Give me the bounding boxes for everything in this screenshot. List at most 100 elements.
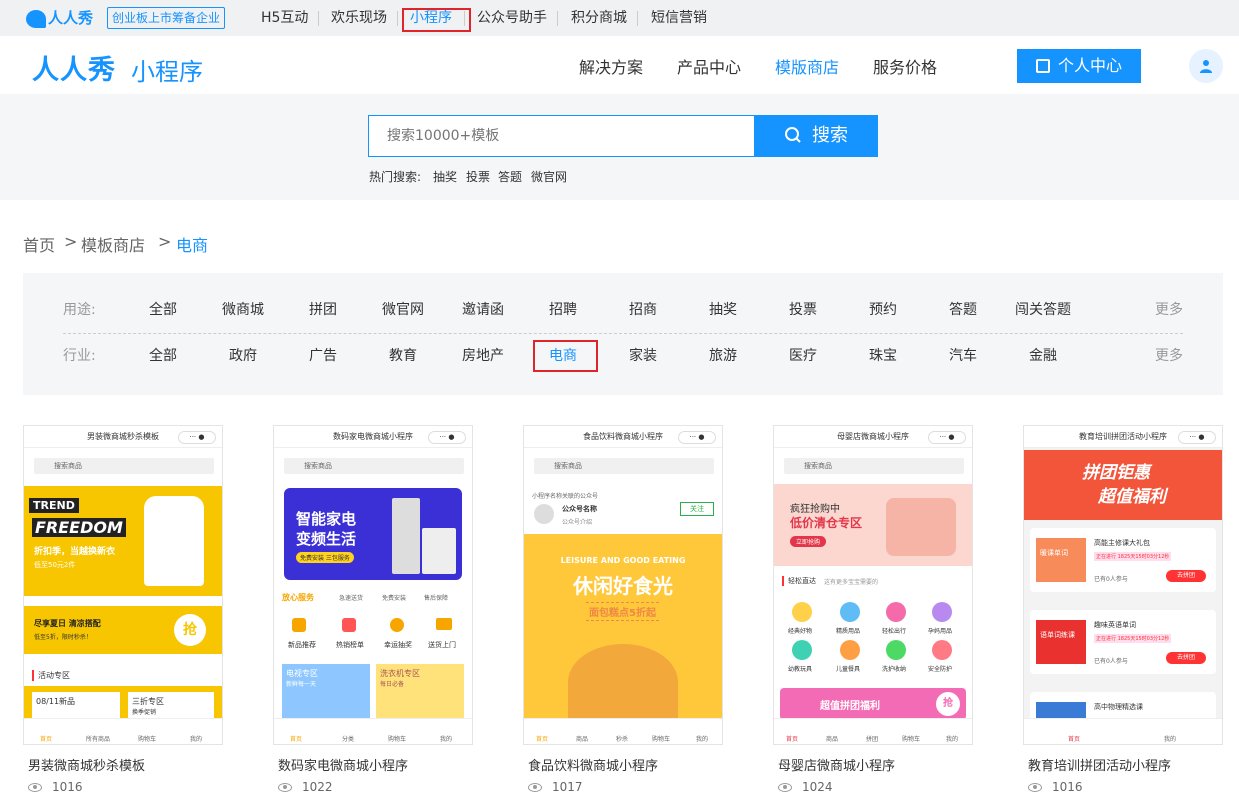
usage-more[interactable]: 更多 xyxy=(1155,299,1183,319)
usage-investment[interactable]: 招商 xyxy=(603,299,683,319)
category-icon xyxy=(792,640,812,660)
activity-area: 08/11新品 三折专区 换季促销 xyxy=(24,686,222,722)
topnav-points-mall[interactable]: 积分商城 xyxy=(571,9,627,27)
industry-travel[interactable]: 旅游 xyxy=(683,345,763,365)
template-preview[interactable]: 男装微商城秒杀模板 ··· ● 搜索商品 TREND FREEDOM 折扣季，当… xyxy=(23,425,223,745)
industry-auto[interactable]: 汽车 xyxy=(923,345,1003,365)
usage-groupbuy[interactable]: 拼团 xyxy=(283,299,363,319)
usage-invitation[interactable]: 邀请函 xyxy=(443,299,523,319)
industry-more[interactable]: 更多 xyxy=(1155,345,1183,365)
usage-vote[interactable]: 投票 xyxy=(763,299,843,319)
industry-medical[interactable]: 医疗 xyxy=(763,345,843,365)
tab-label: 首页 xyxy=(40,736,53,743)
tab-label: 所有商品 xyxy=(86,736,111,743)
course-count: 已有0人参与 xyxy=(1094,658,1128,665)
service-title: 放心服务 xyxy=(282,593,314,602)
brand-subtitle: 小程序 xyxy=(131,58,203,86)
banner-text: TREND xyxy=(29,498,79,513)
card-title[interactable]: 男装微商城秒杀模板 xyxy=(28,755,145,774)
breadcrumb-home[interactable]: 首页 xyxy=(23,232,55,256)
usage-level-quiz[interactable]: 闯关答题 xyxy=(1003,299,1083,319)
template-preview[interactable]: 数码家电微商城小程序 ··· ● 搜索商品 智能家电 变频生活 免费安装 三包服… xyxy=(273,425,473,745)
banner-image: TREND FREEDOM 折扣季，当越换新衣 低至50元2件 xyxy=(24,486,222,596)
nav-solutions[interactable]: 解决方案 xyxy=(579,54,643,78)
usage-microsite[interactable]: 微官网 xyxy=(363,299,443,319)
divider xyxy=(397,11,398,26)
phone-tabbar: 首页 所有商品 购物车 我的 xyxy=(24,718,222,744)
industry-education[interactable]: 教育 xyxy=(363,345,443,365)
card-title[interactable]: 母婴店微商城小程序 xyxy=(778,755,895,774)
nav-products[interactable]: 产品中心 xyxy=(677,54,741,78)
listing-badge[interactable]: 创业板上市筹备企业 xyxy=(107,7,226,29)
tab-label: 我的 xyxy=(1164,736,1177,743)
topnav-official-account[interactable]: 公众号助手 xyxy=(477,9,547,27)
category-icon xyxy=(840,602,860,622)
usage-microshop[interactable]: 微商城 xyxy=(203,299,283,319)
card-title[interactable]: 数码家电微商城小程序 xyxy=(278,755,408,774)
icon-label: 经典好物 xyxy=(788,628,813,635)
divider xyxy=(63,333,1183,334)
eye-icon xyxy=(278,783,292,792)
industry-all[interactable]: 全部 xyxy=(123,345,203,365)
usage-lottery[interactable]: 抽奖 xyxy=(683,299,763,319)
hot-search-lottery[interactable]: 抽奖 xyxy=(433,168,457,185)
industry-jewelry[interactable]: 珠宝 xyxy=(843,345,923,365)
industry-government[interactable]: 政府 xyxy=(203,345,283,365)
grab-badge: 抢 xyxy=(174,614,206,646)
search-button[interactable]: 搜索 xyxy=(754,115,878,157)
highlight-box xyxy=(402,8,471,32)
section-title: 轻松直达 xyxy=(782,576,816,586)
service-tag: 售后保障 xyxy=(424,595,449,602)
template-preview[interactable]: 食品饮料微商城小程序 ··· ● 搜索商品 小程序名称关联的公众号 公众号名称 … xyxy=(523,425,723,745)
search-input[interactable] xyxy=(368,115,755,157)
hot-search-quiz[interactable]: 答题 xyxy=(498,168,522,185)
industry-advertising[interactable]: 广告 xyxy=(283,345,363,365)
phone-tabbar: 首页 商品 拼团 购物车 我的 xyxy=(774,718,972,744)
template-preview[interactable]: 教育培训拼团活动小程序 ··· ● 拼团钜惠 超值福利 暖课单词 高能主修课大礼… xyxy=(1023,425,1223,745)
hot-search-microsite[interactable]: 微官网 xyxy=(531,168,567,185)
tile-sub: 新鲜每一天 xyxy=(286,681,317,688)
topnav-sms[interactable]: 短信营销 xyxy=(651,9,707,27)
product-tile-label: 三折专区 xyxy=(132,697,164,706)
usage-quiz[interactable]: 答题 xyxy=(923,299,1003,319)
industry-home-decor[interactable]: 家装 xyxy=(603,345,683,365)
industry-real-estate[interactable]: 房地产 xyxy=(443,345,523,365)
card-title[interactable]: 食品饮料微商城小程序 xyxy=(528,755,658,774)
renrenxiu-logo[interactable]: 人人秀 xyxy=(26,7,93,28)
tab-label: 购物车 xyxy=(902,736,921,743)
truck-icon xyxy=(436,618,452,630)
template-preview[interactable]: 母婴店微商城小程序 ··· ● 搜索商品 疯狂抢购中 低价清仓专区 立即抢购 轻… xyxy=(773,425,973,745)
topnav-live[interactable]: 欢乐现场 xyxy=(331,9,387,27)
banner-image: LEISURE AND GOOD EATING 休闲好食光 面包糕点5折起 xyxy=(524,534,722,720)
brand-logo[interactable]: 人人秀 xyxy=(32,48,116,87)
view-count-value: 1017 xyxy=(552,780,583,794)
icon-label: 送货上门 xyxy=(428,641,456,649)
thumbs-up-icon xyxy=(292,618,306,632)
capsule-icon: ··· ● xyxy=(928,431,966,444)
ranking-icon xyxy=(342,618,356,632)
account-avatar xyxy=(534,504,554,524)
icon-label: 儿童餐具 xyxy=(836,666,861,673)
user-avatar-icon[interactable] xyxy=(1189,49,1223,83)
industry-finance[interactable]: 金融 xyxy=(1003,345,1083,365)
usage-booking[interactable]: 预约 xyxy=(843,299,923,319)
tab-label: 首页 xyxy=(1068,736,1081,743)
breadcrumb-template-store[interactable]: 模板商店 xyxy=(81,232,145,256)
usage-all[interactable]: 全部 xyxy=(123,299,203,319)
tile-sub: 每日必备 xyxy=(380,681,405,688)
category-icon xyxy=(792,602,812,622)
nav-pricing[interactable]: 服务价格 xyxy=(873,54,937,78)
course-status: 正在进行 1825天15时03分12秒 xyxy=(1094,552,1172,561)
tab-label: 商品 xyxy=(576,736,589,743)
view-count-value: 1016 xyxy=(1052,780,1083,794)
hot-search-vote[interactable]: 投票 xyxy=(466,168,490,185)
card-title[interactable]: 教育培训拼团活动小程序 xyxy=(1028,755,1171,774)
usage-recruit[interactable]: 招聘 xyxy=(523,299,603,319)
topnav-h5[interactable]: H5互动 xyxy=(261,9,308,27)
course-name: 高中物理精选课 xyxy=(1094,703,1143,711)
eye-icon xyxy=(1028,783,1042,792)
nav-template-store[interactable]: 模版商店 xyxy=(775,54,839,78)
personal-center-button[interactable]: 个人中心 xyxy=(1017,49,1141,83)
tab-label: 我的 xyxy=(696,736,709,743)
search-band: 搜索 热门搜索: 抽奖 投票 答题 微官网 xyxy=(0,94,1239,200)
